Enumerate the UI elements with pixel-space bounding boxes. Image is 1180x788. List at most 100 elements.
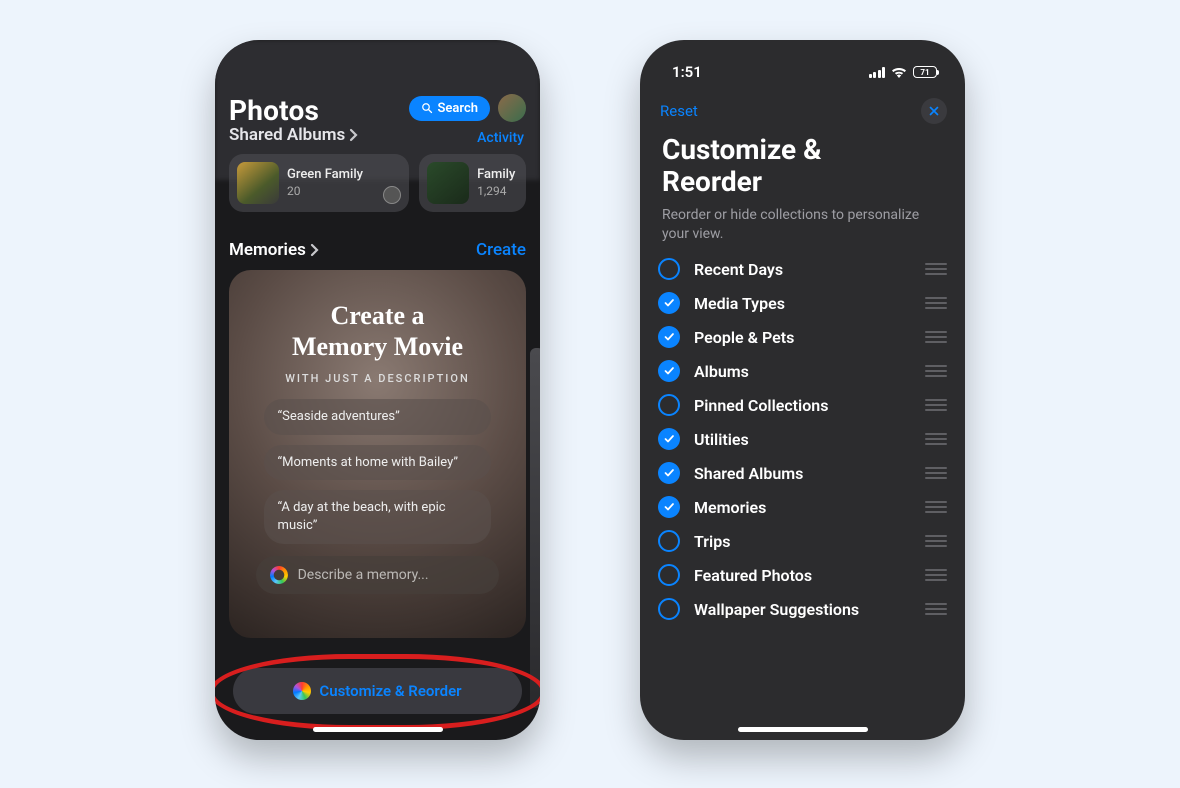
memory-prompt-example[interactable]: “A day at the beach, with epic music” (264, 490, 492, 543)
reorder-item-label: Albums (694, 362, 749, 381)
drag-handle-icon[interactable] (925, 331, 947, 343)
home-indicator[interactable] (738, 727, 868, 732)
shared-albums-link[interactable]: Shared Albums (229, 125, 358, 145)
reorder-item-label: Recent Days (694, 260, 783, 279)
drag-handle-icon[interactable] (925, 569, 947, 581)
drag-handle-icon[interactable] (925, 365, 947, 377)
checkbox-checked-icon[interactable] (658, 428, 680, 450)
memory-title: Create a Memory Movie (292, 300, 463, 362)
customize-subtitle: Reorder or hide collections to personali… (640, 198, 965, 258)
status-time: 1:51 (672, 63, 702, 81)
checkbox-checked-icon[interactable] (658, 326, 680, 348)
reorder-row[interactable]: Wallpaper Suggestions (658, 598, 947, 620)
checkbox-checked-icon[interactable] (658, 462, 680, 484)
reorder-row[interactable]: Recent Days (658, 258, 947, 280)
siri-icon (270, 566, 288, 584)
wifi-icon (891, 66, 907, 78)
reorder-row[interactable]: People & Pets (658, 326, 947, 348)
reorder-list: Recent Days Media Types People & Pets Album… (640, 258, 965, 620)
memory-subtitle: WITH JUST A DESCRIPTION (285, 372, 470, 385)
album-thumbnail (237, 162, 279, 204)
describe-placeholder: Describe a memory... (298, 567, 429, 583)
checkbox-checked-icon[interactable] (658, 360, 680, 382)
search-label: Search (437, 101, 478, 116)
reorder-item-label: Memories (694, 498, 766, 517)
search-button[interactable]: Search (409, 96, 490, 121)
describe-memory-input[interactable]: Describe a memory... (256, 556, 500, 594)
drag-handle-icon[interactable] (925, 467, 947, 479)
reorder-item-label: Pinned Collections (694, 396, 828, 415)
memories-label: Memories (229, 240, 306, 260)
album-count: 1,294 (477, 184, 515, 199)
checkbox-unchecked-icon[interactable] (658, 598, 680, 620)
chevron-right-icon (349, 128, 358, 142)
reset-button[interactable]: Reset (660, 102, 698, 120)
checkbox-unchecked-icon[interactable] (658, 258, 680, 280)
customize-title: Customize &Reorder (640, 124, 965, 198)
memories-link[interactable]: Memories (229, 240, 319, 260)
drag-handle-icon[interactable] (925, 399, 947, 411)
customize-reorder-label: Customize & Reorder (319, 682, 461, 700)
checkbox-unchecked-icon[interactable] (658, 564, 680, 586)
reorder-item-label: Wallpaper Suggestions (694, 600, 859, 619)
activity-link[interactable]: Activity (477, 130, 524, 146)
profile-avatar[interactable] (498, 94, 526, 122)
chevron-right-icon (310, 243, 319, 257)
reorder-item-label: People & Pets (694, 328, 794, 347)
memory-movie-card[interactable]: Create a Memory Movie WITH JUST A DESCRI… (229, 270, 526, 638)
status-right: 71 (869, 66, 938, 78)
close-icon (928, 105, 940, 117)
shared-albums-row: Green Family 20 Family 1,294 (229, 154, 526, 212)
album-name: Family (477, 167, 515, 183)
reorder-row[interactable]: Pinned Collections (658, 394, 947, 416)
adjacent-memory-preview (530, 348, 540, 708)
reorder-row[interactable]: Shared Albums (658, 462, 947, 484)
album-thumbnail (427, 162, 469, 204)
album-card-green-family[interactable]: Green Family 20 (229, 154, 409, 212)
checkbox-checked-icon[interactable] (658, 292, 680, 314)
photos-header: Photos Shared Albums Search Activity (229, 90, 526, 146)
drag-handle-icon[interactable] (925, 263, 947, 275)
memories-header: Memories Create (229, 240, 526, 260)
reorder-item-label: Utilities (694, 430, 749, 449)
album-name: Green Family (287, 167, 363, 183)
drag-handle-icon[interactable] (925, 433, 947, 445)
reorder-item-label: Featured Photos (694, 566, 812, 585)
album-card-family[interactable]: Family 1,294 (419, 154, 526, 212)
signal-icon (869, 67, 886, 78)
phone-right: 1:51 71 Reset Customize &Reorder Reorder… (640, 40, 965, 740)
reorder-item-label: Media Types (694, 294, 785, 313)
battery-icon: 71 (913, 66, 937, 78)
memory-prompt-example[interactable]: “Seaside adventures” (264, 399, 492, 435)
contributor-avatar (383, 186, 401, 204)
drag-handle-icon[interactable] (925, 501, 947, 513)
album-count: 20 (287, 184, 363, 199)
reorder-item-label: Shared Albums (694, 464, 803, 483)
reorder-row[interactable]: Trips (658, 530, 947, 552)
drag-handle-icon[interactable] (925, 297, 947, 309)
reorder-row[interactable]: Featured Photos (658, 564, 947, 586)
reorder-row[interactable]: Media Types (658, 292, 947, 314)
search-icon (421, 102, 433, 114)
reorder-row[interactable]: Albums (658, 360, 947, 382)
drag-handle-icon[interactable] (925, 603, 947, 615)
checkbox-unchecked-icon[interactable] (658, 394, 680, 416)
shared-albums-label: Shared Albums (229, 125, 345, 145)
reorder-row[interactable]: Utilities (658, 428, 947, 450)
create-memory-link[interactable]: Create (476, 240, 526, 260)
drag-handle-icon[interactable] (925, 535, 947, 547)
reorder-item-label: Trips (694, 532, 730, 551)
phone-left: 1:51 71 Photos Shared Albums (215, 40, 540, 740)
customize-screen: Reset Customize &Reorder Reorder or hide… (640, 90, 965, 740)
page-title: Photos (229, 94, 358, 127)
status-bar: 1:51 71 (640, 40, 965, 90)
reorder-row[interactable]: Memories (658, 496, 947, 518)
photos-flower-icon (293, 682, 311, 700)
home-indicator[interactable] (313, 727, 443, 732)
memory-prompt-example[interactable]: “Moments at home with Bailey” (264, 445, 492, 481)
customize-reorder-button[interactable]: Customize & Reorder (233, 668, 522, 714)
close-button[interactable] (921, 98, 947, 124)
checkbox-checked-icon[interactable] (658, 496, 680, 518)
checkbox-unchecked-icon[interactable] (658, 530, 680, 552)
photos-screen: Photos Shared Albums Search Activity (215, 90, 540, 740)
